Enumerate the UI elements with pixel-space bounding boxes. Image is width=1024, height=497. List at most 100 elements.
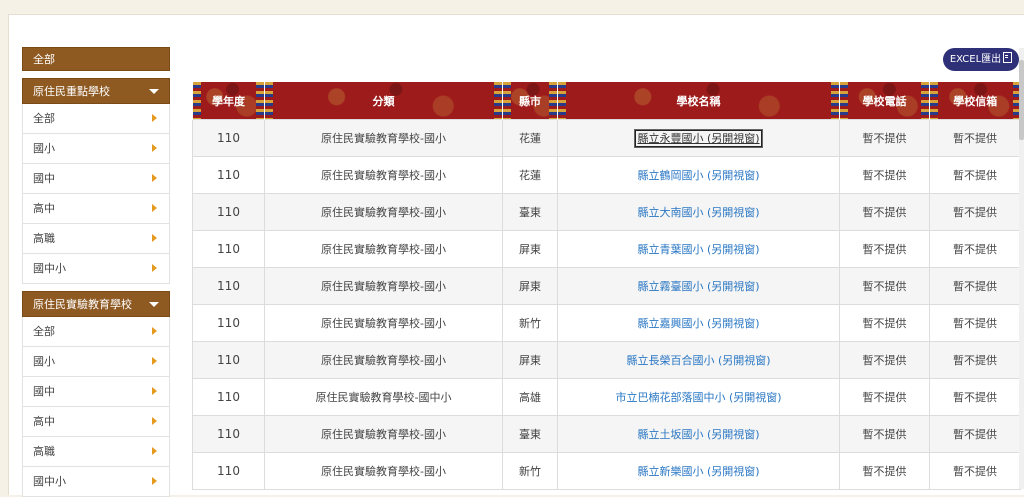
email-cell: 暫不提供 <box>929 452 1021 490</box>
chevron-right-icon <box>152 327 157 335</box>
column-header-category: 分類 <box>264 82 503 120</box>
table-row: 110 原住民實驗教育學校-國中小 高雄 市立巴楠花部落國中小 (另開視窗) 暫不提供暫… <box>192 378 1021 416</box>
sidebar-item-elementary[interactable]: 國小 <box>22 347 170 377</box>
sidebar-all[interactable]: 全部 <box>22 47 170 71</box>
chevron-right-icon <box>152 174 157 182</box>
category-cell: 原住民實驗教育學校-國小 <box>264 193 503 231</box>
year-cell: 110 <box>192 156 265 194</box>
school-cell: 縣立新樂國小 (另開視窗) <box>557 452 840 490</box>
chevron-right-icon <box>152 114 157 122</box>
school-cell: 市立巴楠花部落國中小 (另開視窗) <box>557 378 840 416</box>
column-header-city: 縣市 <box>502 82 558 120</box>
phone-cell: 暫不提供 <box>839 193 930 231</box>
category-cell: 原住民實驗教育學校-國小 <box>264 230 503 268</box>
school-link[interactable]: 縣立鶴岡國小 (另開視窗) <box>637 169 759 182</box>
caret-down-icon <box>149 302 159 307</box>
sidebar-item-senior-high[interactable]: 高中 <box>22 407 170 437</box>
sidebar-group-header-experimental-schools[interactable]: 原住民實驗教育學校 <box>22 291 170 317</box>
chevron-right-icon <box>152 447 157 455</box>
chevron-right-icon <box>152 264 157 272</box>
table-row: 110 原住民實驗教育學校-國小 臺東 縣立大南國小 (另開視窗) 暫不提供 暫不提供 <box>192 193 1021 231</box>
year-cell: 110 <box>192 267 265 305</box>
sidebar-group-title: 原住民重點學校 <box>33 85 110 98</box>
year-cell: 110 <box>192 304 265 342</box>
table-row: 110 原住民實驗教育學校-國小 新竹 縣立嘉興國小 (另開視窗) 暫不提供 暫不提供 <box>192 304 1021 342</box>
city-cell: 花蓮 <box>502 156 558 194</box>
school-table: 學年度 分類 縣市 學校名稱 學校電話 學校信箱 110 原住民實驗教育學校-國小… <box>192 82 1021 490</box>
column-header-email: 學校信箱 <box>929 82 1021 120</box>
year-cell: 110 <box>192 452 265 490</box>
school-link[interactable]: 縣立大南國小 (另開視窗) <box>637 206 759 219</box>
category-cell: 原住民實驗教育學校-國小 <box>264 267 503 305</box>
city-cell: 高雄 <box>502 378 558 416</box>
email-cell: 暫不提供 <box>929 119 1021 157</box>
sidebar-item-junior-high[interactable]: 國中 <box>22 377 170 407</box>
sidebar: 全部 原住民重點學校 全部 國小 國中 高中 高職 國中小 原住民實驗教育學校 … <box>22 47 170 497</box>
school-link[interactable]: 縣立青葉國小 (另開視窗) <box>637 243 759 256</box>
category-cell: 原住民實驗教育學校-國小 <box>264 119 503 157</box>
sidebar-item-vocational[interactable]: 高職 <box>22 224 170 254</box>
sidebar-item-all[interactable]: 全部 <box>22 317 170 347</box>
school-cell: 縣立大南國小 (另開視窗) <box>557 193 840 231</box>
sidebar-item-k9[interactable]: 國中小 <box>22 467 170 497</box>
category-cell: 原住民實驗教育學校-國中小 <box>264 378 503 416</box>
table-row: 110 原住民實驗教育學校-國小 花蓮 縣立永豐國小 (另開視窗) 暫不提供 暫不提供 <box>192 119 1021 157</box>
phone-cell: 暫不提供 <box>839 267 930 305</box>
school-link[interactable]: 縣立長榮百合國小 (另開視窗) <box>626 354 770 367</box>
city-cell: 屏東 <box>502 230 558 268</box>
school-cell: 縣立青葉國小 (另開視窗) <box>557 230 840 268</box>
email-cell: 暫不提供 <box>929 267 1021 305</box>
table-row: 110 原住民實驗教育學校-國小 新竹 縣立新樂國小 (另開視窗) 暫不提供 暫不提供 <box>192 452 1021 490</box>
document-icon <box>1003 52 1013 63</box>
email-cell: 暫不提供 <box>929 230 1021 268</box>
email-cell: 暫不提供 <box>929 378 1021 416</box>
table-row: 110 原住民實驗教育學校-國小 屏東 縣立青葉國小 (另開視窗) 暫不提供 暫不提供 <box>192 230 1021 268</box>
school-cell: 縣立鶴岡國小 (另開視窗) <box>557 156 840 194</box>
phone-cell: 暫不提供 <box>839 119 930 157</box>
email-cell: 暫不提供 <box>929 304 1021 342</box>
caret-down-icon <box>149 89 159 94</box>
city-cell: 臺東 <box>502 193 558 231</box>
phone-cell: 暫不提供 <box>839 452 930 490</box>
chevron-right-icon <box>152 144 157 152</box>
sidebar-item-senior-high[interactable]: 高中 <box>22 194 170 224</box>
school-link[interactable]: 縣立霧臺國小 (另開視窗) <box>637 280 759 293</box>
sidebar-group-header-key-schools[interactable]: 原住民重點學校 <box>22 78 170 104</box>
scrollbar[interactable] <box>1019 48 1024 489</box>
phone-cell: 暫不提供 <box>839 304 930 342</box>
sidebar-item-elementary[interactable]: 國小 <box>22 134 170 164</box>
table-row: 110 原住民實驗教育學校-國小 臺東 縣立土坂國小 (另開視窗) 暫不提供 暫不提供 <box>192 415 1021 453</box>
sidebar-item-k9[interactable]: 國中小 <box>22 254 170 284</box>
city-cell: 臺東 <box>502 415 558 453</box>
category-cell: 原住民實驗教育學校-國小 <box>264 415 503 453</box>
phone-cell: 暫不提供 <box>839 415 930 453</box>
school-cell: 縣立長榮百合國小 (另開視窗) <box>557 341 840 379</box>
chevron-right-icon <box>152 234 157 242</box>
school-link[interactable]: 縣立永豐國小 (另開視窗) <box>634 129 763 148</box>
sidebar-item-junior-high[interactable]: 國中 <box>22 164 170 194</box>
year-cell: 110 <box>192 415 265 453</box>
excel-export-button[interactable]: EXCEL匯出 <box>943 48 1019 71</box>
school-link[interactable]: 市立巴楠花部落國中小 (另開視窗) <box>615 391 781 404</box>
sidebar-item-vocational[interactable]: 高職 <box>22 437 170 467</box>
year-cell: 110 <box>192 230 265 268</box>
chevron-right-icon <box>152 387 157 395</box>
year-cell: 110 <box>192 119 265 157</box>
scrollbar-thumb[interactable] <box>1019 60 1024 140</box>
category-cell: 原住民實驗教育學校-國小 <box>264 341 503 379</box>
school-link[interactable]: 縣立新樂國小 (另開視窗) <box>637 465 759 478</box>
phone-cell: 暫不提供 <box>839 341 930 379</box>
table-row: 110 原住民實驗教育學校-國小 屏東 縣立長榮百合國小 (另開視窗) 暫不提供 暫不提供 <box>192 341 1021 379</box>
city-cell: 新竹 <box>502 304 558 342</box>
chevron-right-icon <box>152 477 157 485</box>
chevron-right-icon <box>152 357 157 365</box>
category-cell: 原住民實驗教育學校-國小 <box>264 304 503 342</box>
city-cell: 屏東 <box>502 341 558 379</box>
school-link[interactable]: 縣立土坂國小 (另開視窗) <box>637 428 759 441</box>
year-cell: 110 <box>192 193 265 231</box>
phone-cell: 暫不提供 <box>839 378 930 416</box>
column-header-phone: 學校電話 <box>839 82 930 120</box>
school-link[interactable]: 縣立嘉興國小 (另開視窗) <box>637 317 759 330</box>
sidebar-item-all[interactable]: 全部 <box>22 104 170 134</box>
phone-cell: 暫不提供 <box>839 230 930 268</box>
